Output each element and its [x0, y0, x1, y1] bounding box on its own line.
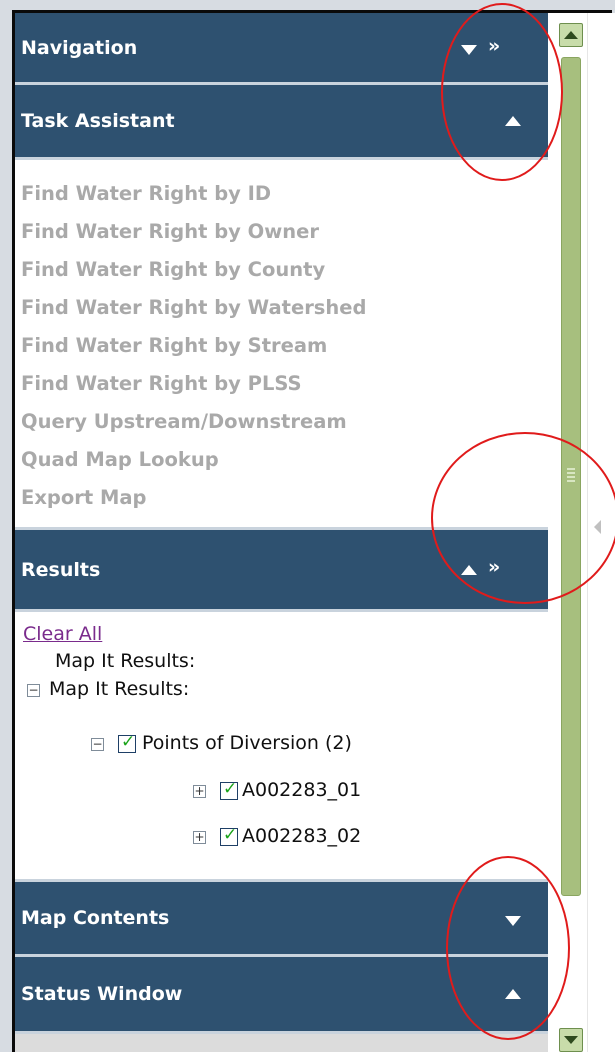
task-find-by-owner[interactable]: Find Water Right by Owner — [21, 220, 319, 243]
check-icon: ✓ — [121, 732, 136, 752]
map-contents-title: Map Contents — [21, 907, 170, 929]
collapse-group-icon[interactable]: − — [91, 738, 104, 751]
task-find-by-watershed[interactable]: Find Water Right by Watershed — [21, 296, 366, 319]
task-find-by-county[interactable]: Find Water Right by County — [21, 258, 325, 281]
scroll-up-button[interactable] — [559, 23, 583, 47]
results-title: Results — [21, 558, 101, 581]
annotation-circle — [431, 432, 615, 604]
expand-item-icon[interactable]: + — [193, 785, 206, 798]
task-query-upstream-downstream[interactable]: Query Upstream/Downstream — [21, 410, 347, 433]
result-item-label[interactable]: A002283_01 — [242, 779, 361, 801]
status-window-title: Status Window — [21, 983, 183, 1005]
expand-item-icon[interactable]: + — [193, 831, 206, 844]
annotation-circle — [446, 856, 570, 1040]
map-it-results-label: Map It Results: — [55, 650, 196, 672]
results-body: Clear All Map It Results: − Map It Resul… — [15, 612, 548, 879]
clear-all-link[interactable]: Clear All — [23, 623, 102, 645]
task-find-by-stream[interactable]: Find Water Right by Stream — [21, 334, 327, 357]
group-checkbox[interactable]: ✓ — [118, 732, 136, 753]
task-assistant-title: Task Assistant — [21, 110, 175, 132]
item-checkbox[interactable]: ✓ — [220, 825, 238, 846]
task-find-by-plss[interactable]: Find Water Right by PLSS — [21, 372, 302, 395]
scroll-down-button[interactable] — [559, 1028, 583, 1052]
status-window-body — [15, 1034, 548, 1052]
navigation-title: Navigation — [21, 36, 138, 59]
points-of-diversion-label: Points of Diversion (2) — [142, 732, 352, 754]
annotation-circle — [441, 3, 563, 181]
arrow-down-icon — [564, 1036, 578, 1044]
collapse-tree-icon[interactable]: − — [27, 684, 40, 697]
check-icon: ✓ — [223, 825, 238, 845]
tree-root-label: Map It Results: — [49, 678, 190, 700]
task-export-map[interactable]: Export Map — [21, 486, 147, 509]
task-quad-map-lookup[interactable]: Quad Map Lookup — [21, 448, 219, 471]
result-item-label[interactable]: A002283_02 — [242, 825, 361, 847]
check-icon: ✓ — [223, 779, 238, 799]
arrow-up-icon — [564, 31, 578, 39]
task-find-by-id[interactable]: Find Water Right by ID — [21, 182, 271, 205]
item-checkbox[interactable]: ✓ — [220, 779, 238, 800]
